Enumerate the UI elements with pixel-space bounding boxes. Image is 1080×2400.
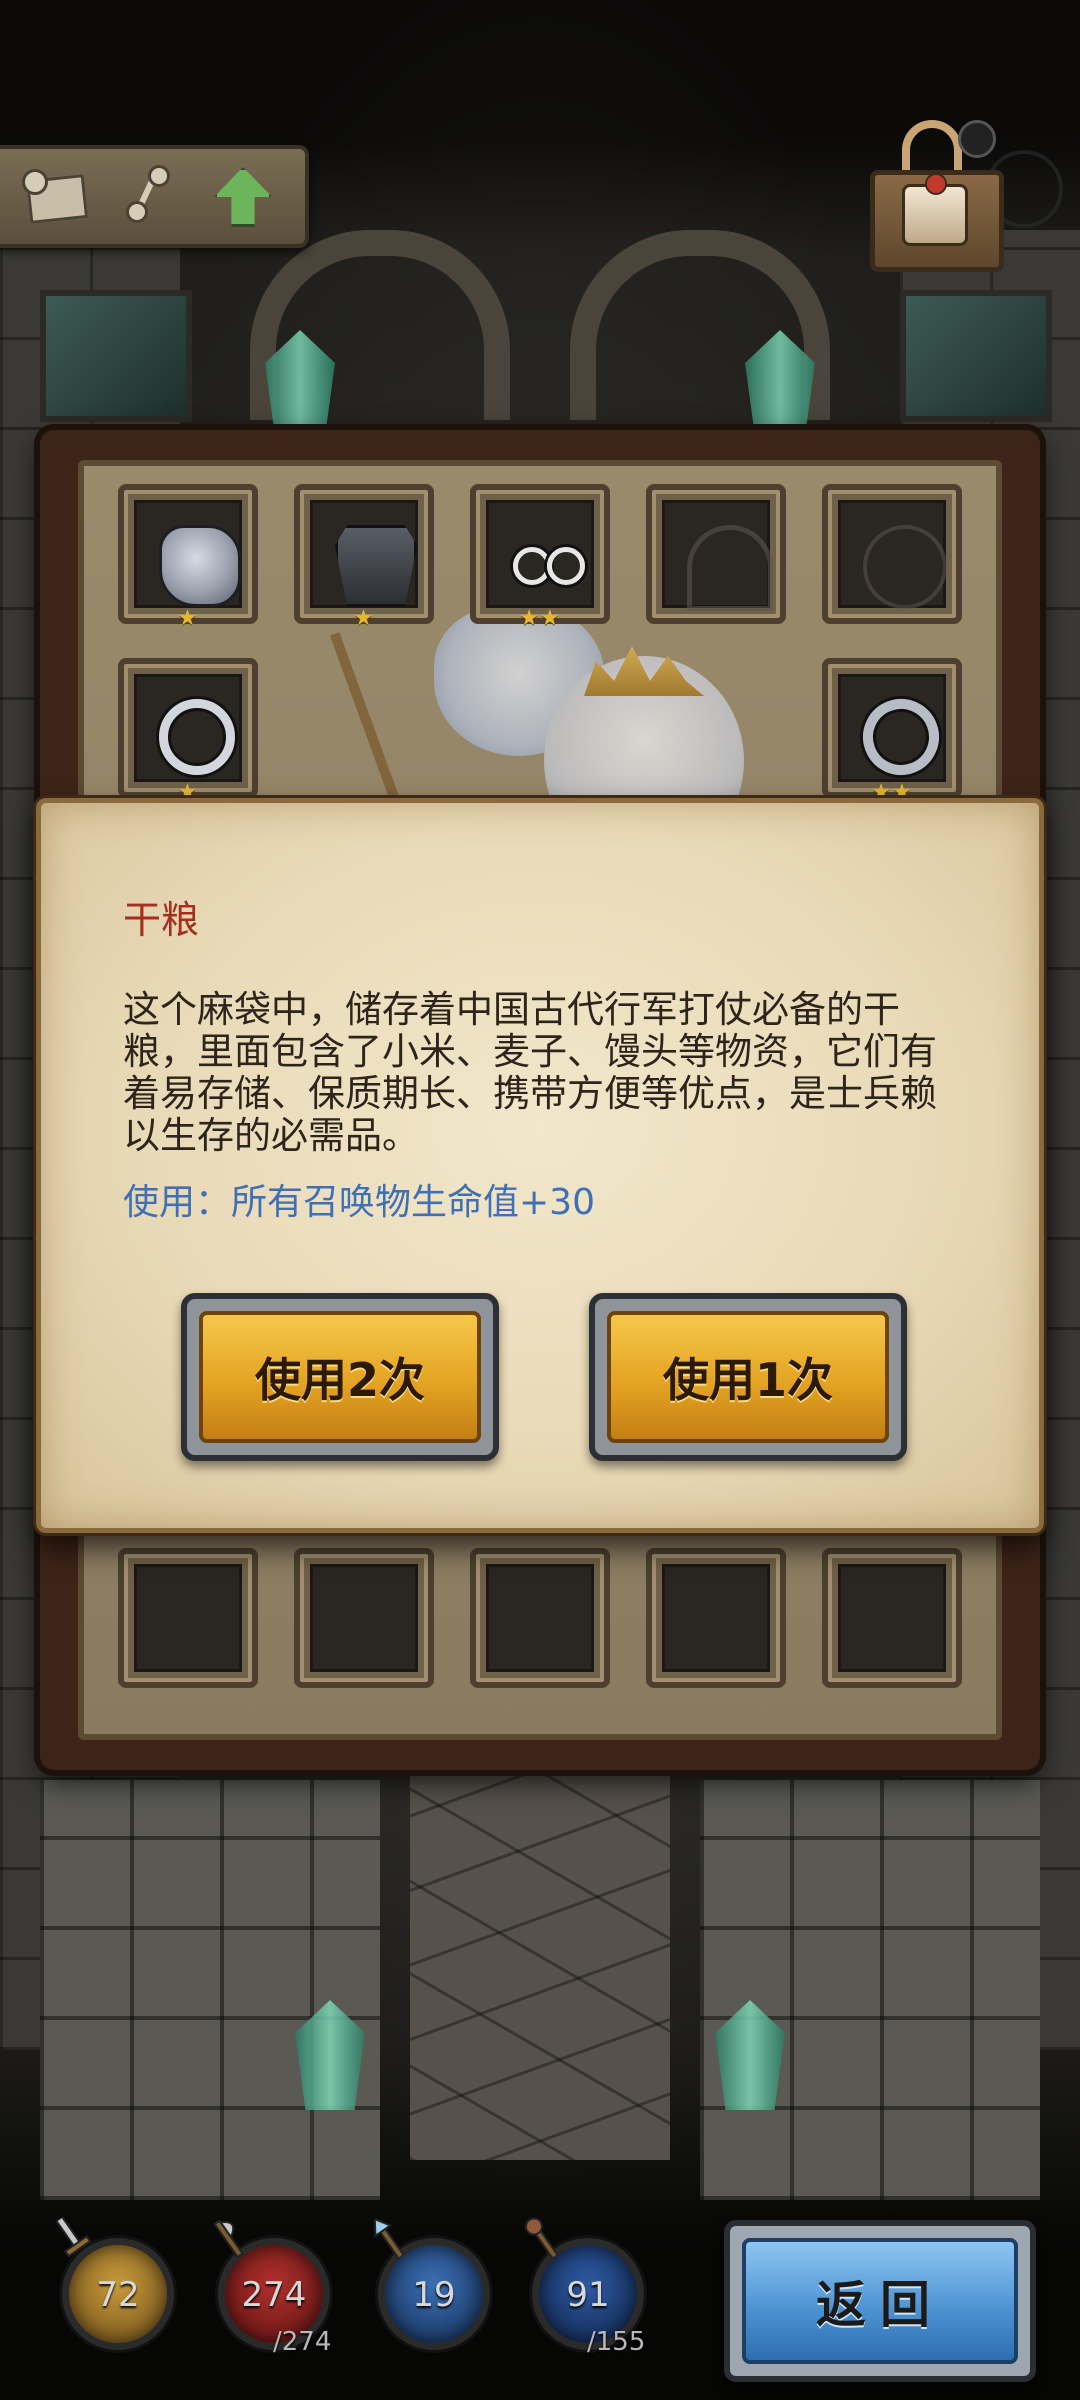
amulet-icon [863,525,947,609]
item-usage-effect: 使用：所有召唤物生命值+30 [123,1182,595,1223]
inventory-slot[interactable]: ★ [294,484,434,630]
bomb-icon [958,120,996,158]
inventory-slot[interactable] [118,1548,258,1688]
inventory-slot[interactable]: ★★ [822,658,962,804]
back-label: 返回 [742,2238,1018,2364]
hp-value: 274 [241,2275,307,2315]
inventory-slot[interactable] [822,484,962,624]
window-left [40,290,192,422]
inventory-slot[interactable]: ★★ [470,484,610,630]
inventory-slot[interactable] [822,1548,962,1688]
gauntlet-icon [159,525,241,607]
use-once-button[interactable]: 使用1次 [589,1293,907,1461]
attack-value: 72 [96,2275,140,2315]
use-twice-label: 使用2次 [199,1311,481,1443]
use-twice-button[interactable]: 使用2次 [181,1293,499,1461]
crossbow-icon [687,525,773,611]
back-button[interactable]: 返回 [724,2220,1036,2382]
glasses-icon [511,525,587,601]
armor-icon [335,525,417,607]
attack-stat: 72 [54,2215,174,2350]
item-name: 干粮 [123,898,200,942]
top-toolbar [0,145,309,248]
inventory-slot[interactable]: ★ [118,484,258,630]
star-rating: ★ [177,606,199,631]
inventory-slot[interactable] [646,1548,786,1688]
mp-value: 91 [566,2275,610,2315]
defense-value: 19 [412,2275,456,2315]
star-rating: ★★ [519,606,561,631]
item-detail-dialog: 干粮 这个麻袋中，储存着中国古代行军打仗必备的干粮，里面包含了小米、麦子、馒头等… [36,798,1044,1533]
defense-stat: 19 [373,2217,490,2350]
item-description: 这个麻袋中，储存着中国古代行军打仗必备的干粮，里面包含了小米、麦子、馒头等物资，… [123,988,937,1157]
ring-icon [159,699,235,775]
stone-corridor [410,1740,670,2160]
hp-max: /274 [273,2327,332,2357]
window-right [900,290,1052,422]
inventory-slot[interactable]: ★ [118,658,258,804]
use-once-label: 使用1次 [607,1311,889,1443]
ring-icon [852,688,950,786]
path-icon[interactable] [112,163,178,229]
map-icon[interactable] [20,163,89,229]
hp-stat: 274 /274 [213,2219,331,2357]
star-rating: ★ [353,606,375,631]
up-arrow-icon[interactable] [206,163,272,229]
mp-stat: 91 /155 [524,2217,645,2357]
inventory-slot[interactable] [294,1548,434,1688]
floor-left [40,1780,380,2200]
inventory-slot[interactable] [646,484,786,624]
mp-max: /155 [587,2327,646,2357]
floor-right [700,1780,1040,2200]
inventory-slot[interactable] [470,1548,610,1688]
